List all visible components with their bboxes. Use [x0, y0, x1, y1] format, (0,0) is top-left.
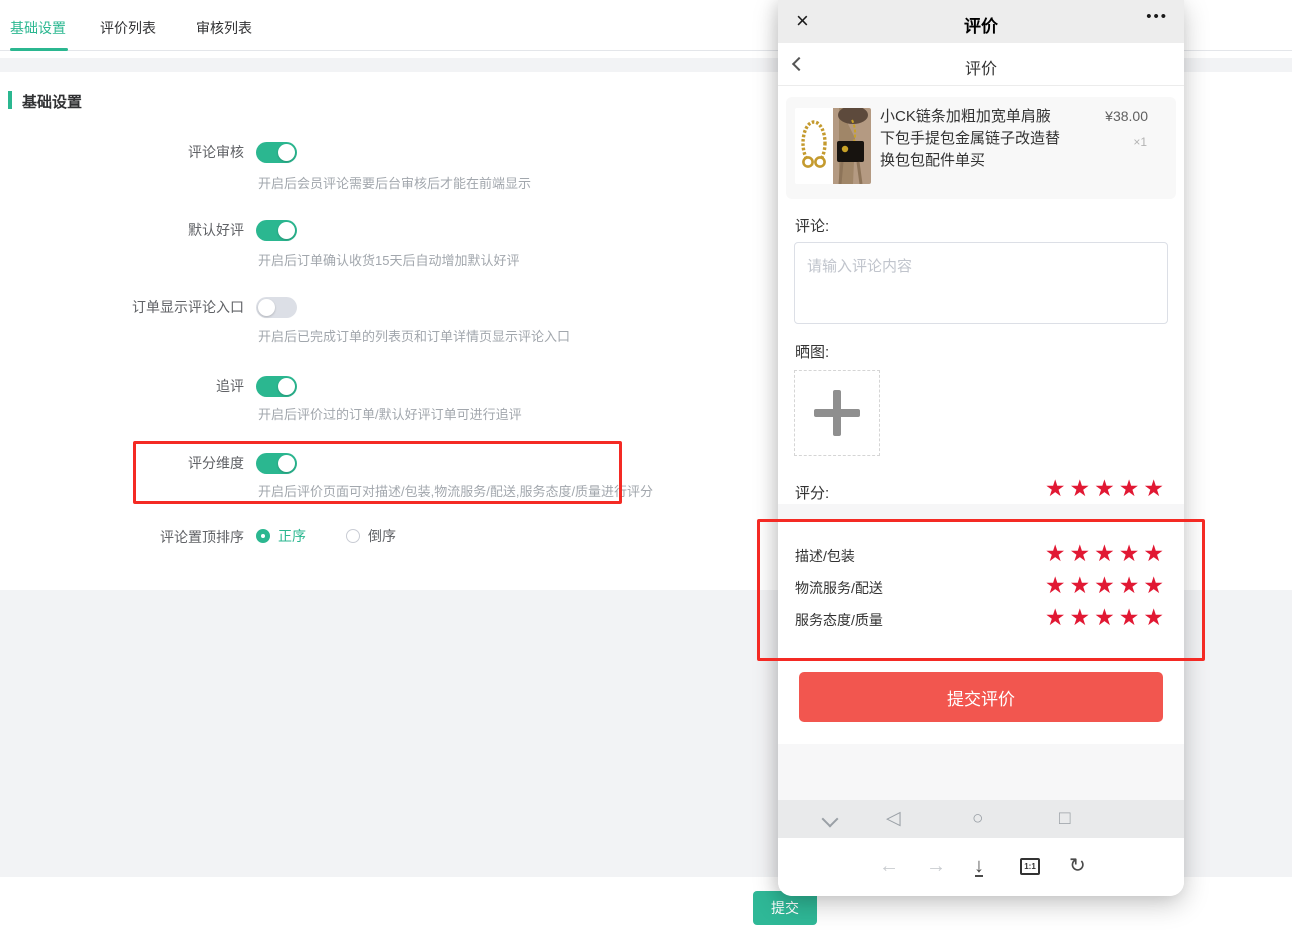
rating-stars[interactable]: ★★★★★	[1045, 476, 1168, 500]
screen: 基础设置 评价列表 审核列表 基础设置 评论审核 开启后会员评论需要后台审核后才…	[0, 0, 1292, 931]
product-image-graphic	[795, 108, 871, 184]
setting-label-rating-dimension: 评分维度	[0, 453, 244, 473]
phone-nav-bar: 评价	[778, 43, 1184, 86]
chevron-down-icon[interactable]	[822, 811, 839, 828]
comment-input[interactable]	[794, 242, 1168, 324]
photos-label: 晒图:	[795, 341, 829, 362]
phone-page-title: 评价	[778, 12, 1184, 37]
product-card: 小CK链条加粗加宽单肩腋下包手提包金属链子改造替换包包配件单买 ¥38.00 ×…	[786, 97, 1176, 199]
upload-photo-button[interactable]	[794, 370, 880, 456]
pin-sort-radio-group: 正序 倒序	[256, 526, 396, 546]
dimension-stars-logistics-delivery[interactable]: ★★★★★	[1045, 573, 1168, 597]
radio-descending[interactable]	[346, 529, 360, 543]
dimension-stars-service-quality[interactable]: ★★★★★	[1045, 605, 1168, 629]
more-menu-icon[interactable]: •••	[1146, 8, 1168, 25]
setting-desc-follow-up-review: 开启后评价过的订单/默认好评订单可进行追评	[258, 404, 522, 423]
admin-submit-button[interactable]: 提交	[753, 891, 817, 925]
toggle-default-praise[interactable]	[256, 220, 297, 241]
plus-icon	[833, 390, 841, 436]
setting-desc-default-praise: 开启后订单确认收货15天后自动增加默认好评	[258, 250, 519, 269]
arrow-right-icon[interactable]: →	[926, 855, 946, 877]
product-title: 小CK链条加粗加宽单肩腋下包手提包金属链子改造替换包包配件单买	[880, 106, 1060, 172]
dimension-label-service-quality: 服务态度/质量	[795, 610, 883, 630]
refresh-icon[interactable]: ↻	[1069, 855, 1086, 877]
radio-ascending[interactable]	[256, 529, 270, 543]
one-to-one-icon[interactable]: 1:1	[1020, 858, 1040, 875]
radio-ascending-label[interactable]: 正序	[278, 526, 306, 546]
setting-desc-rating-dimension: 开启后评价页面可对描述/包装,物流服务/配送,服务态度/质量进行评分	[258, 481, 653, 500]
toggle-follow-up-review[interactable]	[256, 376, 297, 397]
product-quantity: ×1	[1133, 135, 1147, 149]
phone-nav-title: 评价	[778, 55, 1184, 79]
product-image	[795, 108, 871, 184]
toggle-rating-dimension[interactable]	[256, 453, 297, 474]
setting-label-follow-up-review: 追评	[0, 376, 244, 396]
setting-desc-comment-audit: 开启后会员评论需要后台审核后才能在前端显示	[258, 173, 531, 192]
setting-desc-order-entry: 开启后已完成订单的列表页和订单详情页显示评论入口	[258, 326, 570, 345]
setting-label-order-entry: 订单显示评论入口	[0, 297, 244, 317]
lower-divider-band	[778, 744, 1184, 800]
section-title: 基础设置	[22, 91, 82, 112]
section-divider	[778, 504, 1184, 521]
section-accent-bar	[8, 91, 12, 109]
setting-label-pin-sort: 评论置顶排序	[0, 527, 244, 547]
phone-preview-panel: × 评价 ••• 评价	[778, 0, 1184, 896]
tab-review-list[interactable]: 评价列表	[100, 18, 156, 38]
preview-toolbar: ← → ↓ 1:1 ↻	[778, 838, 1184, 896]
dimension-stars-description-packaging[interactable]: ★★★★★	[1045, 541, 1168, 565]
product-price: ¥38.00	[1105, 108, 1148, 124]
setting-label-default-praise: 默认好评	[0, 220, 244, 240]
nav-recents-square-icon[interactable]: □	[1059, 809, 1070, 829]
download-icon[interactable]: ↓	[974, 855, 984, 877]
toggle-comment-audit[interactable]	[256, 142, 297, 163]
rating-label: 评分:	[795, 482, 829, 503]
android-nav-bar: ◁ ○ □	[778, 800, 1184, 838]
dimension-label-logistics-delivery: 物流服务/配送	[795, 578, 883, 598]
arrow-left-icon[interactable]: ←	[879, 855, 899, 877]
phone-title-bar: × 评价 •••	[778, 0, 1184, 43]
toggle-order-entry[interactable]	[256, 297, 297, 318]
nav-home-circle-icon[interactable]: ○	[972, 809, 983, 829]
nav-back-triangle-icon[interactable]: ◁	[886, 809, 901, 829]
active-tab-underline	[10, 48, 68, 51]
radio-descending-label[interactable]: 倒序	[368, 526, 396, 546]
tab-basic-settings[interactable]: 基础设置	[10, 18, 66, 38]
setting-label-comment-audit: 评论审核	[0, 142, 244, 162]
submit-review-button[interactable]: 提交评价	[799, 672, 1163, 722]
tab-audit-list[interactable]: 审核列表	[196, 18, 252, 38]
comment-label: 评论:	[795, 215, 829, 236]
dimension-label-description-packaging: 描述/包装	[795, 546, 855, 566]
